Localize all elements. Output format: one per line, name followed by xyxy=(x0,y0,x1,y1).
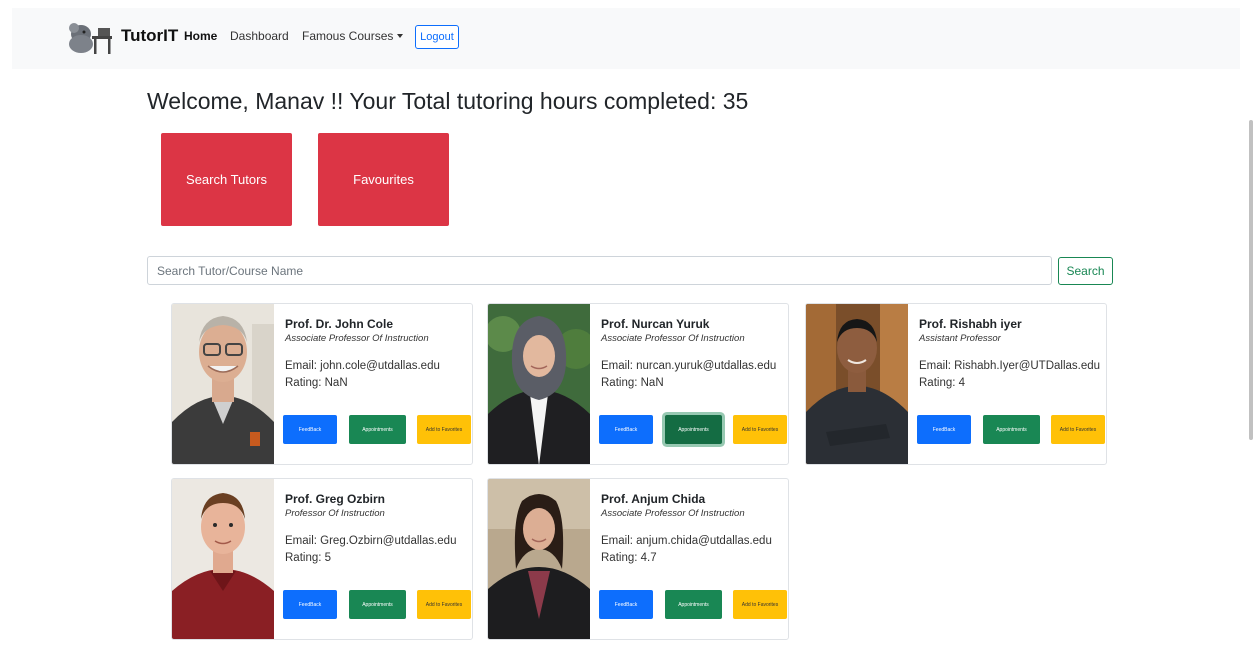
add-to-favorites-button[interactable]: Add to Favorites xyxy=(733,415,787,444)
tutor-name: Prof. Rishabh iyer xyxy=(919,317,1022,331)
tutor-rating: Rating: 4.7 xyxy=(601,552,657,564)
tutor-email: Email: Rishabh.Iyer@UTDallas.edu xyxy=(919,360,1101,372)
add-to-favorites-button[interactable]: Add to Favorites xyxy=(417,415,471,444)
page-scrollbar[interactable] xyxy=(1249,120,1253,440)
nav-famous-courses-label: Famous Courses xyxy=(302,29,394,43)
tutor-rating: Rating: NaN xyxy=(601,377,664,389)
tutor-card: Prof. Dr. John Cole Associate Professor … xyxy=(171,303,473,465)
tutor-email: Email: Greg.Ozbirn@utdallas.edu xyxy=(285,535,457,547)
nav-famous-courses[interactable]: Famous Courses xyxy=(302,29,404,43)
tutor-card: Prof. Rishabh iyer Assistant Professor E… xyxy=(805,303,1107,465)
tutor-photo xyxy=(172,304,274,464)
tutor-title: Associate Professor Of Instruction xyxy=(601,508,745,519)
tutor-name: Prof. Nurcan Yuruk xyxy=(601,317,710,331)
tutor-photo xyxy=(172,479,274,639)
appointments-button[interactable]: Appointments xyxy=(665,415,722,444)
appointments-button[interactable]: Appointments xyxy=(983,415,1040,444)
search-button[interactable]: Search xyxy=(1058,257,1113,285)
nav-home[interactable]: Home xyxy=(184,29,217,43)
logout-button[interactable]: Logout xyxy=(415,25,459,49)
feedback-button[interactable]: FeedBack xyxy=(283,415,337,444)
tutor-card: Prof. Greg Ozbirn Professor Of Instructi… xyxy=(171,478,473,640)
tutor-card: Prof. Nurcan Yuruk Associate Professor O… xyxy=(487,303,789,465)
tutor-name: Prof. Anjum Chida xyxy=(601,492,706,506)
tutor-name: Prof. Greg Ozbirn xyxy=(285,492,386,506)
tutor-email: Email: john.cole@utdallas.edu xyxy=(285,360,440,372)
tutor-rating: Rating: 5 xyxy=(285,552,332,564)
tutor-rating: Rating: 4 xyxy=(919,377,966,389)
favourites-button[interactable]: Favourites xyxy=(318,133,449,226)
brand-name[interactable]: TutorIT xyxy=(121,26,178,46)
brand-logo-icon[interactable] xyxy=(64,20,116,56)
navbar: TutorIT Home Dashboard Famous Courses Lo… xyxy=(12,8,1240,69)
add-to-favorites-button[interactable]: Add to Favorites xyxy=(733,590,787,619)
tutor-photo xyxy=(806,304,908,464)
caret-down-icon xyxy=(397,34,404,38)
tutor-rating: Rating: NaN xyxy=(285,377,348,389)
tutor-email: Email: nurcan.yuruk@utdallas.edu xyxy=(601,360,777,372)
nav-dashboard[interactable]: Dashboard xyxy=(230,29,289,43)
tutor-name: Prof. Dr. John Cole xyxy=(285,317,394,331)
welcome-heading: Welcome, Manav !! Your Total tutoring ho… xyxy=(147,88,749,114)
search-input[interactable] xyxy=(147,256,1052,285)
add-to-favorites-button[interactable]: Add to Favorites xyxy=(1051,415,1105,444)
add-to-favorites-button[interactable]: Add to Favorites xyxy=(417,590,471,619)
tutor-title: Associate Professor Of Instruction xyxy=(285,333,429,344)
appointments-button[interactable]: Appointments xyxy=(665,590,722,619)
appointments-button[interactable]: Appointments xyxy=(349,590,406,619)
appointments-button[interactable]: Appointments xyxy=(349,415,406,444)
feedback-button[interactable]: FeedBack xyxy=(599,415,653,444)
feedback-button[interactable]: FeedBack xyxy=(283,590,337,619)
search-tutors-button[interactable]: Search Tutors xyxy=(161,133,292,226)
tutor-title: Assistant Professor xyxy=(919,333,1001,344)
tutor-card: Prof. Anjum Chida Associate Professor Of… xyxy=(487,478,789,640)
tutor-title: Associate Professor Of Instruction xyxy=(601,333,745,344)
feedback-button[interactable]: FeedBack xyxy=(599,590,653,619)
tutor-photo xyxy=(488,304,590,464)
tutor-photo xyxy=(488,479,590,639)
tutor-email: Email: anjum.chida@utdallas.edu xyxy=(601,535,772,547)
feedback-button[interactable]: FeedBack xyxy=(917,415,971,444)
tutor-title: Professor Of Instruction xyxy=(285,508,385,519)
